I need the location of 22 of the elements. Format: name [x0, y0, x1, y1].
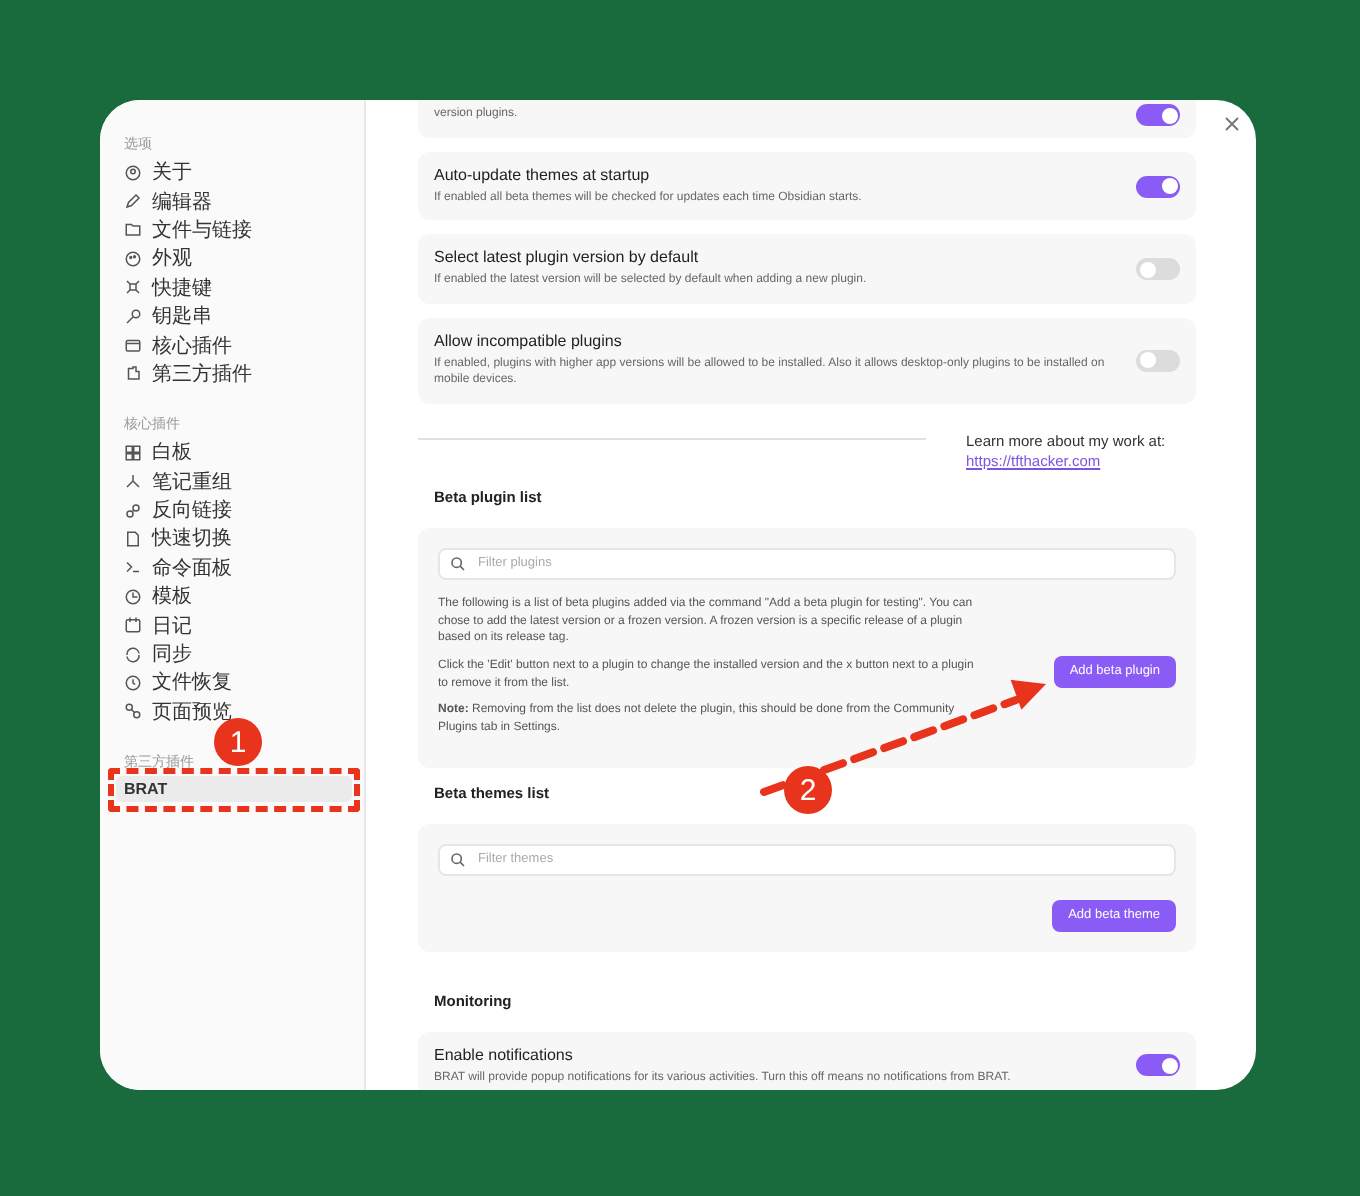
sidebar-item[interactable]: BRAT	[116, 776, 352, 803]
sidebar-item[interactable]: 外观	[116, 244, 352, 274]
setting-title: Auto-update themes at startup	[434, 166, 652, 184]
setting-title: Enable notifications	[434, 1045, 575, 1064]
sidebar-item[interactable]: 模板	[116, 582, 352, 611]
sidebar-item[interactable]: 反向链接	[116, 495, 352, 525]
sidebar-item[interactable]: 编辑器	[116, 186, 352, 216]
sidebar-item[interactable]: 文件与链接	[116, 215, 352, 245]
sidebar-item[interactable]: 关于	[116, 158, 352, 187]
sidebar-item[interactable]: 第三方插件	[116, 359, 352, 389]
sidebar-item[interactable]: 文件恢复	[116, 668, 352, 698]
sidebar-item[interactable]: 白板	[116, 438, 352, 468]
sidebar-item[interactable]: 同步	[116, 639, 352, 669]
sidebar-item[interactable]: 笔记重组	[116, 467, 352, 496]
sidebar-item[interactable]: 日记	[116, 610, 352, 640]
sidebar-item[interactable]: 快速切换	[116, 524, 352, 554]
sidebar-item[interactable]: 快捷键	[116, 273, 352, 302]
setting-title: Allow incompatible plugins	[434, 331, 624, 350]
sidebar-item[interactable]: 核心插件	[116, 330, 352, 360]
sidebar-item[interactable]: 命令面板	[116, 553, 352, 583]
setting-title: Select latest plugin version by default	[434, 248, 701, 267]
sidebar-item[interactable]: 钥匙串	[116, 301, 352, 331]
